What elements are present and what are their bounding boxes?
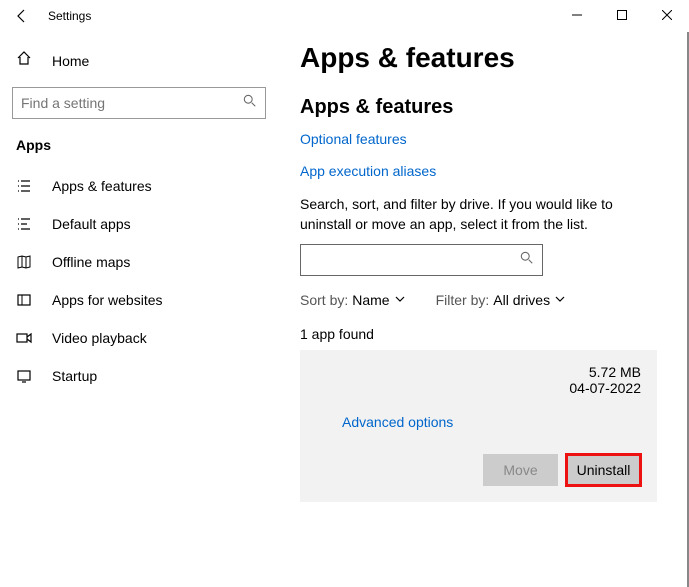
- nav-startup[interactable]: Startup: [0, 357, 278, 395]
- nav-label: Offline maps: [52, 254, 130, 270]
- nav-label: Default apps: [52, 216, 131, 232]
- video-icon: [16, 330, 36, 346]
- home-label: Home: [52, 53, 89, 69]
- app-size: 5.72 MB: [569, 364, 641, 380]
- chevron-down-icon: [394, 292, 406, 308]
- sidebar: Home Apps Apps & features Default apps: [0, 32, 278, 587]
- maximize-button[interactable]: [599, 0, 644, 30]
- uninstall-button[interactable]: Uninstall: [566, 454, 641, 486]
- settings-search[interactable]: [12, 87, 266, 119]
- move-button: Move: [483, 454, 558, 486]
- home-nav[interactable]: Home: [0, 42, 278, 79]
- app-search[interactable]: [300, 244, 543, 276]
- search-icon: [520, 251, 534, 270]
- websites-icon: [16, 292, 36, 308]
- app-execution-aliases-link[interactable]: App execution aliases: [300, 163, 657, 179]
- advanced-options-link[interactable]: Advanced options: [342, 414, 453, 430]
- nav-label: Video playback: [52, 330, 147, 346]
- home-icon: [16, 50, 36, 71]
- nav-label: Apps for websites: [52, 292, 163, 308]
- close-button[interactable]: [644, 0, 689, 30]
- main-content: Apps & features Apps & features Optional…: [278, 32, 689, 587]
- section-header: Apps: [0, 133, 278, 167]
- filter-value: All drives: [493, 292, 550, 308]
- nav-label: Startup: [52, 368, 97, 384]
- nav-offline-maps[interactable]: Offline maps: [0, 243, 278, 281]
- back-button[interactable]: [8, 2, 36, 30]
- map-icon: [16, 254, 36, 270]
- app-search-input[interactable]: [309, 252, 520, 268]
- nav-default-apps[interactable]: Default apps: [0, 205, 278, 243]
- nav-video-playback[interactable]: Video playback: [0, 319, 278, 357]
- app-item[interactable]: 5.72 MB 04-07-2022 Advanced options Move…: [300, 350, 657, 502]
- filter-label: Filter by:: [436, 292, 490, 308]
- filter-by-dropdown[interactable]: Filter by: All drives: [436, 292, 566, 308]
- optional-features-link[interactable]: Optional features: [300, 131, 657, 147]
- startup-icon: [16, 368, 36, 384]
- window-title: Settings: [48, 9, 91, 23]
- nav-label: Apps & features: [52, 178, 152, 194]
- app-count: 1 app found: [300, 326, 657, 342]
- sort-by-dropdown[interactable]: Sort by: Name: [300, 292, 406, 308]
- list-icon: [16, 178, 36, 194]
- sort-label: Sort by:: [300, 292, 348, 308]
- help-text: Search, sort, and filter by drive. If yo…: [300, 195, 657, 234]
- section-subtitle: Apps & features: [300, 96, 657, 119]
- nav-apps-features[interactable]: Apps & features: [0, 167, 278, 205]
- settings-search-input[interactable]: [21, 95, 243, 111]
- defaults-icon: [16, 216, 36, 232]
- chevron-down-icon: [554, 292, 566, 308]
- app-date: 04-07-2022: [569, 380, 641, 396]
- minimize-button[interactable]: [554, 0, 599, 30]
- sort-value: Name: [352, 292, 389, 308]
- page-title: Apps & features: [300, 42, 657, 74]
- search-icon: [243, 94, 257, 113]
- nav-apps-websites[interactable]: Apps for websites: [0, 281, 278, 319]
